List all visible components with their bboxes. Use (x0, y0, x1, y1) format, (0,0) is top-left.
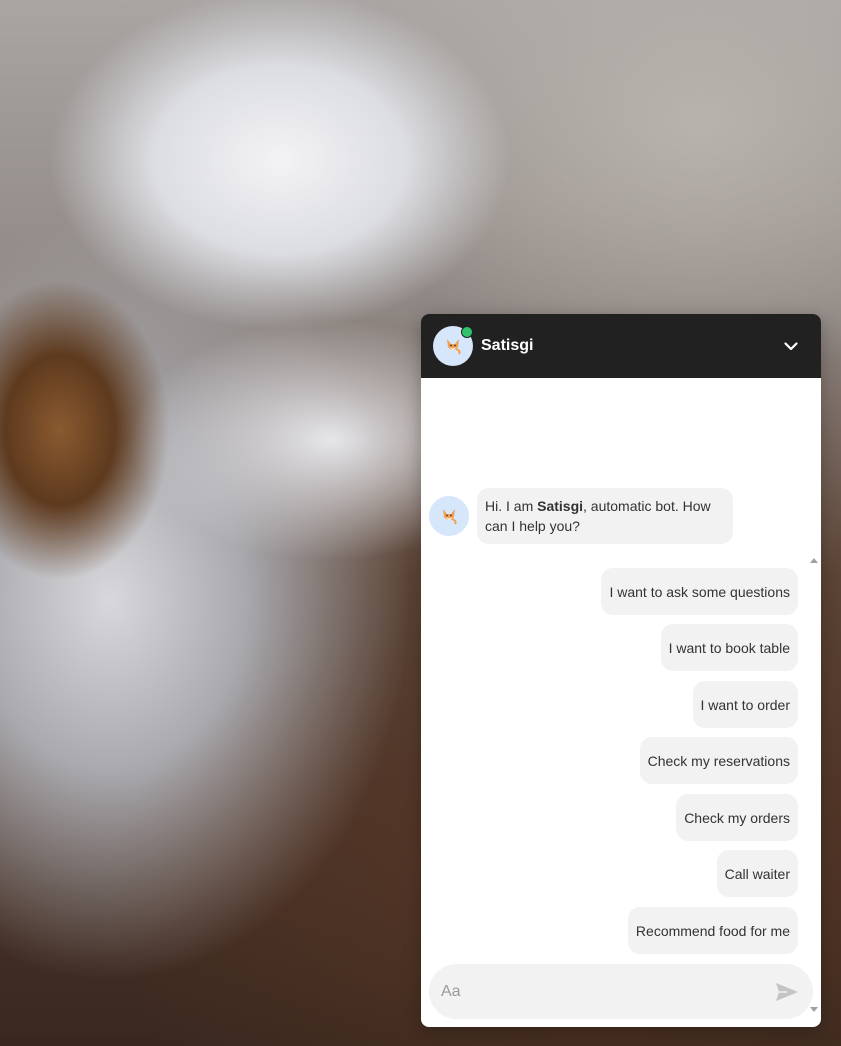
option-book-table[interactable]: I want to book table (660, 624, 798, 671)
option-check-orders[interactable]: Check my orders (676, 794, 798, 841)
online-status-dot (461, 326, 473, 338)
option-call-waiter[interactable]: Call waiter (716, 850, 798, 897)
fox-icon (443, 509, 457, 525)
message-composer (429, 964, 813, 1019)
message-list: Hi. I am Satisgi, automatic bot. How can… (421, 378, 821, 1012)
bot-avatar (433, 326, 473, 366)
scroll-down-arrow-icon[interactable] (810, 1007, 818, 1012)
collapse-button[interactable] (781, 336, 801, 356)
bot-name: Satisgi (481, 337, 534, 354)
option-recommend-food[interactable]: Recommend food for me (627, 907, 798, 954)
chat-header: Satisgi (421, 314, 821, 378)
send-button[interactable] (773, 978, 801, 1006)
bot-message-row: Hi. I am Satisgi, automatic bot. How can… (429, 488, 733, 544)
option-check-reservations[interactable]: Check my reservations (639, 737, 798, 784)
bot-message-text-before: Hi. I am (485, 498, 538, 514)
message-scrollbar[interactable] (807, 554, 821, 1016)
message-input[interactable] (441, 982, 773, 1001)
chat-widget: Satisgi Hi. I am Satisgi, automatic bot.… (421, 314, 821, 1027)
option-ask-questions[interactable]: I want to ask some questions (601, 568, 798, 615)
bot-message-avatar (429, 496, 469, 536)
fox-icon (447, 339, 461, 355)
option-order[interactable]: I want to order (692, 681, 798, 728)
scroll-up-arrow-icon[interactable] (810, 558, 818, 563)
chevron-down-icon (784, 341, 798, 350)
send-icon (776, 982, 798, 1001)
bot-message-bubble: Hi. I am Satisgi, automatic bot. How can… (477, 488, 733, 544)
bot-message-name: Satisgi (537, 498, 584, 514)
